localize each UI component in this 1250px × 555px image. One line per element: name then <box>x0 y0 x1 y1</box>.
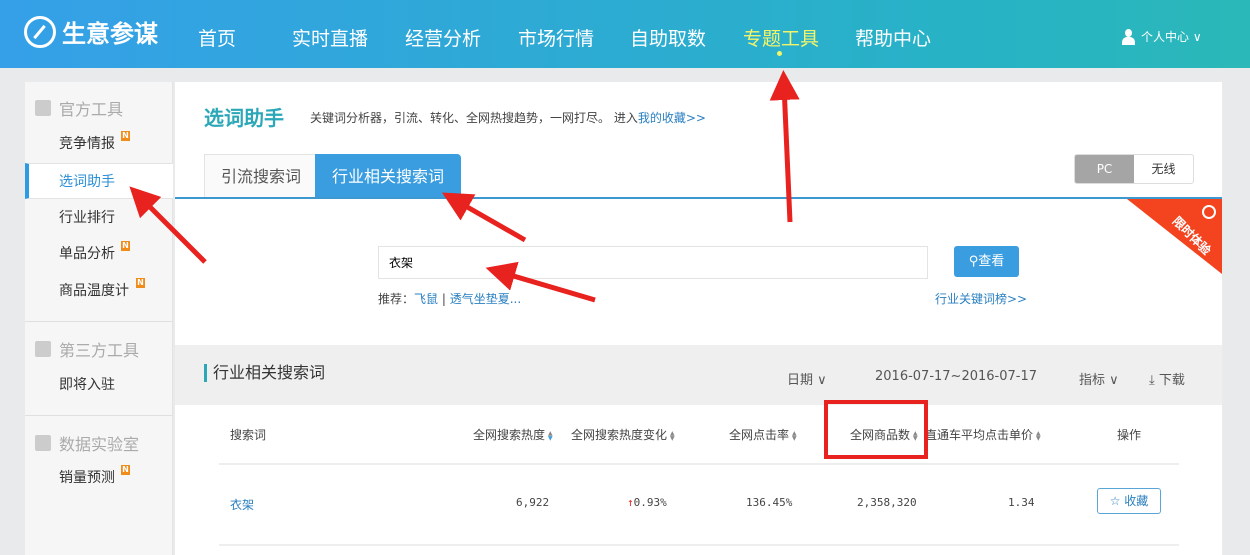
favorite-button[interactable]: ☆ 收藏 <box>1097 488 1161 514</box>
divider <box>25 321 173 322</box>
device-toggle: PC 无线 <box>1074 154 1194 184</box>
sidebar-item-thermometer[interactable]: 商品温度计 N <box>25 273 173 309</box>
compass-icon <box>24 15 56 48</box>
sort-icon: ▲ ▼ <box>913 429 918 442</box>
flask-icon <box>35 435 51 451</box>
divider <box>25 415 173 416</box>
sidebar-group-lab: 数据实验室 <box>35 431 139 455</box>
col-cpc[interactable]: 直通车平均点击单价 ▲ ▼ <box>925 426 1044 443</box>
logo-text: 生意参谋 <box>62 20 158 48</box>
sidebar-group-third-party: 第三方工具 <box>35 337 139 361</box>
limited-trial-ribbon: 限时体验 <box>1127 199 1222 274</box>
col-action: 操作 <box>1117 428 1142 442</box>
date-dropdown[interactable]: 日期 ∨ <box>787 369 827 388</box>
tab-underline <box>175 197 1222 199</box>
recommendations: 推荐：飞鼠 | 透气坐垫夏... <box>378 292 522 306</box>
divider <box>219 463 1179 465</box>
sidebar-item-product-analysis[interactable]: 单品分析 N <box>25 236 173 272</box>
search-input[interactable] <box>378 246 928 279</box>
cell-heat: 6,922 <box>516 496 550 509</box>
sidebar-item-coming-soon[interactable]: 即将入驻 <box>25 367 173 403</box>
sort-icon: ▲ ▼ <box>670 429 675 442</box>
nav-self-service[interactable]: 自助取数 <box>630 24 706 51</box>
sidebar: 官方工具 竞争情报 N 选词助手 行业排行 单品分析 N 商品温度计 N 第三方工具 … <box>25 82 173 555</box>
nav-market[interactable]: 市场行情 <box>518 24 594 51</box>
device-wireless[interactable]: 无线 <box>1134 155 1193 183</box>
download-icon: ⤓ <box>1149 373 1155 388</box>
sidebar-item-sales-forecast[interactable]: 销量预测 N <box>25 460 173 496</box>
cube-icon <box>35 341 51 357</box>
my-favorites-link[interactable]: 我的收藏>> <box>638 111 706 125</box>
new-badge: N <box>121 465 130 475</box>
sidebar-group-official: 官方工具 <box>35 96 123 120</box>
logo[interactable]: 生意参谋 <box>24 14 158 49</box>
col-heat-change[interactable]: 全网搜索热度变化 ▲ ▼ <box>571 426 678 443</box>
cell-ctr: 136.45% <box>746 496 793 509</box>
cell-item-count: 2,358,320 <box>857 496 917 509</box>
top-header: 生意参谋 首页 实时直播 经营分析 市场行情 自助取数 专题工具 帮助中心 个人… <box>0 0 1250 68</box>
main-panel: 选词助手 关键词分析器，引流、转化、全网热搜趋势，一网打尽。 进入我的收藏>> … <box>175 82 1222 555</box>
user-icon <box>1122 28 1135 45</box>
page-description: 关键词分析器，引流、转化、全网热搜趋势，一网打尽。 进入我的收藏>> <box>310 111 706 125</box>
cell-cpc: 1.34 <box>1008 496 1035 509</box>
col-heat[interactable]: 全网搜索热度 ▲ ▼ <box>473 426 556 443</box>
sort-icon: ▲ ▼ <box>548 429 553 442</box>
clock-icon <box>1202 205 1216 219</box>
divider <box>219 544 1179 546</box>
table-toolbar: 行业相关搜索词 日期 ∨ 2016-07-17~2016-07-17 指标 ∨ … <box>175 345 1222 405</box>
user-menu[interactable]: 个人中心 ∨ <box>1122 28 1202 45</box>
keyword-link[interactable]: 衣架 <box>230 496 254 513</box>
col-keyword: 搜索词 <box>230 428 267 442</box>
nav-special-tools[interactable]: 专题工具 <box>743 24 819 51</box>
section-title: 行业相关搜索词 <box>204 364 325 382</box>
page-title: 选词助手 <box>204 106 284 130</box>
recommend-link[interactable]: 飞鼠 <box>414 292 438 306</box>
col-item-count[interactable]: 全网商品数 ▲ ▼ <box>850 426 921 443</box>
star-icon: ☆ <box>1109 494 1121 508</box>
industry-rank-link[interactable]: 行业关键词榜>> <box>935 290 1027 307</box>
tab-industry-words[interactable]: 行业相关搜索词 <box>315 154 462 198</box>
search-icon: ⚲ <box>968 254 979 269</box>
user-menu-label: 个人中心 ∨ <box>1141 30 1202 44</box>
nav-help[interactable]: 帮助中心 <box>855 24 931 51</box>
download-button[interactable]: ⤓ 下载 <box>1149 369 1185 388</box>
device-pc[interactable]: PC <box>1075 155 1134 183</box>
date-range[interactable]: 2016-07-17~2016-07-17 <box>875 369 1037 384</box>
nav-operations[interactable]: 经营分析 <box>405 24 481 51</box>
tab-traffic-words[interactable]: 引流搜索词 <box>204 154 319 198</box>
nav-realtime[interactable]: 实时直播 <box>292 24 368 51</box>
search-button[interactable]: ⚲查看 <box>954 246 1019 277</box>
sidebar-item-word-helper[interactable]: 选词助手 <box>25 163 173 199</box>
sidebar-item-competition[interactable]: 竞争情报 N <box>25 126 173 162</box>
sort-icon: ▲ ▼ <box>792 429 797 442</box>
new-badge: N <box>121 131 130 141</box>
recommend-link[interactable]: 透气坐垫夏... <box>450 292 521 306</box>
cell-heat-change: ↑0.93% <box>627 496 667 509</box>
new-badge: N <box>121 241 130 251</box>
new-badge: N <box>136 278 145 288</box>
official-icon <box>35 100 51 116</box>
sidebar-item-industry-rank[interactable]: 行业排行 <box>25 200 173 236</box>
active-indicator <box>777 51 782 56</box>
col-ctr[interactable]: 全网点击率 ▲ ▼ <box>729 426 800 443</box>
arrow-up-icon: ↑ <box>627 496 634 509</box>
sort-icon: ▲ ▼ <box>1036 429 1041 442</box>
metric-dropdown[interactable]: 指标 ∨ <box>1079 369 1119 388</box>
nav-home[interactable]: 首页 <box>198 24 236 51</box>
